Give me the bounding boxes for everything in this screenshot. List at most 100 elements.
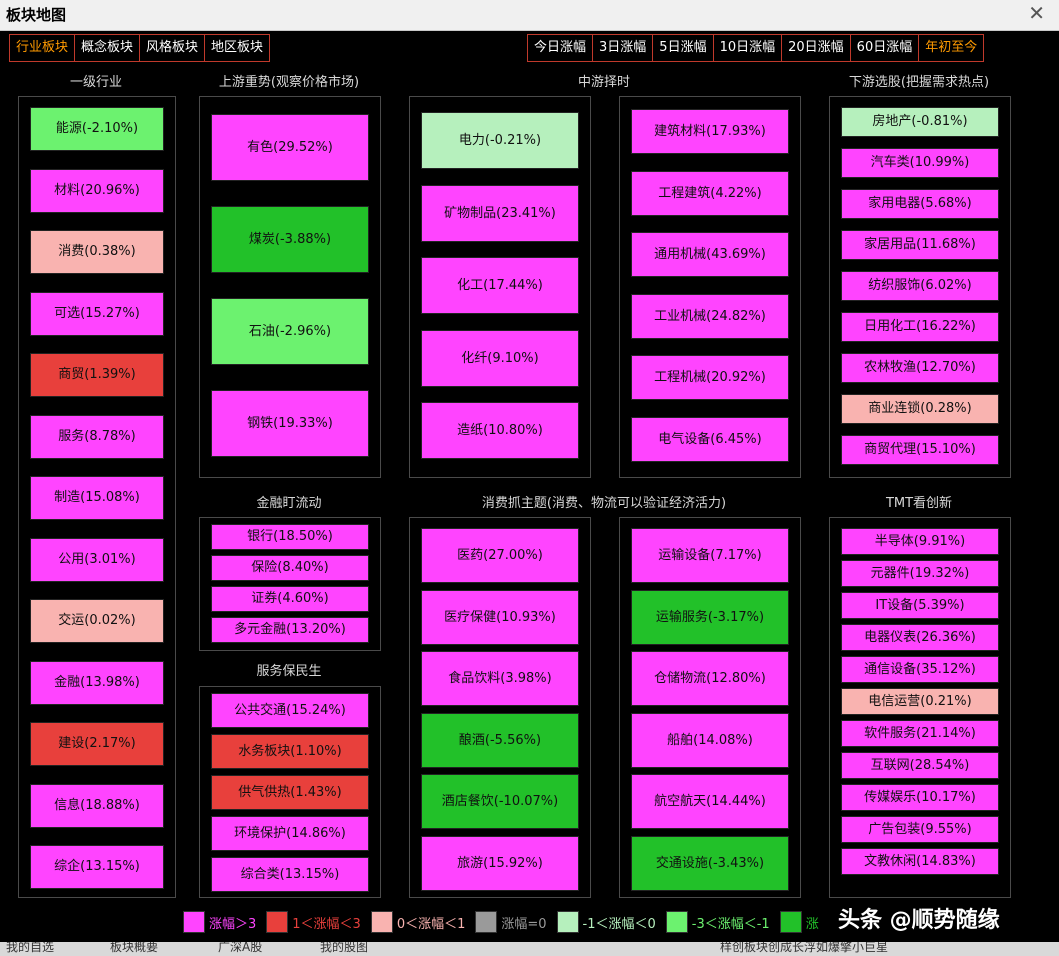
sector-tile[interactable]: 保险(8.40%)	[211, 555, 369, 581]
legend-label: -1＜涨幅＜0	[582, 916, 656, 932]
bottom-bar-item[interactable]: 我的股图	[320, 942, 368, 955]
tab-right_tabs-4[interactable]: 20日涨幅	[781, 34, 851, 62]
sector-tile[interactable]: 水务板块(1.10%)	[211, 734, 369, 769]
sector-tile[interactable]: 通信设备(35.12%)	[841, 656, 999, 683]
bottom-bar-item[interactable]: 我的自选	[6, 942, 54, 955]
sector-tile[interactable]: 工业机械(24.82%)	[631, 293, 789, 339]
sector-tile[interactable]: 广告包装(9.55%)	[841, 816, 999, 843]
sector-tile[interactable]: 钢铁(19.33%)	[211, 390, 369, 457]
legend-swatch	[779, 911, 802, 933]
sector-tile[interactable]: 公共交通(15.24%)	[211, 693, 369, 728]
sector-tile[interactable]: 环境保护(14.86%)	[211, 816, 369, 851]
sector-tile[interactable]: 旅游(15.92%)	[421, 835, 579, 891]
tab-left_tabs-1[interactable]: 概念板块	[74, 34, 141, 62]
tab-right_tabs-2[interactable]: 5日涨幅	[652, 34, 714, 62]
sector-tile[interactable]: 有色(29.52%)	[211, 114, 369, 181]
sector-tile[interactable]: 运输服务(-3.17%)	[631, 589, 789, 645]
sector-tile[interactable]: 日用化工(16.22%)	[841, 312, 999, 342]
sector-tile[interactable]: 医药(27.00%)	[421, 528, 579, 583]
sector-tile[interactable]: 纺织服饰(6.02%)	[841, 271, 999, 301]
sector-tile[interactable]: 综合类(13.15%)	[211, 857, 369, 892]
sector-tile[interactable]: 船舶(14.08%)	[631, 712, 789, 768]
panel-cons1: 医药(27.00%) 医疗保健(10.93%) 食品饮料(3.98%) 酿酒(-5.5…	[409, 517, 591, 898]
sector-tile[interactable]: 传媒娱乐(10.17%)	[841, 784, 999, 811]
sector-tile[interactable]: 商贸代理(15.10%)	[841, 435, 999, 465]
tab-right_tabs-0[interactable]: 今日涨幅	[527, 34, 594, 62]
sector-tile[interactable]: 金融(13.98%)	[30, 660, 164, 705]
sector-tile[interactable]: 制造(15.08%)	[30, 476, 164, 520]
period-tabs: 今日涨幅 3日涨幅 5日涨幅 10日涨幅 20日涨幅 60日涨幅 年初至今	[527, 34, 985, 62]
sector-tile[interactable]: 仓储物流(12.80%)	[631, 651, 789, 706]
tab-left_tabs-3[interactable]: 地区板块	[204, 34, 271, 62]
sector-tile[interactable]: 交通设施(-3.43%)	[631, 835, 789, 891]
sector-tile[interactable]: 交运(0.02%)	[30, 599, 164, 643]
sector-tile[interactable]: 食品饮料(3.98%)	[421, 651, 579, 706]
sector-tile[interactable]: 电力(-0.21%)	[421, 112, 579, 169]
legend-label: 涨幅＞3	[209, 916, 257, 932]
sector-tile[interactable]: 商贸(1.39%)	[30, 353, 164, 397]
legend-label: -3＜涨幅＜-1	[691, 916, 770, 932]
sector-tile[interactable]: 家用电器(5.68%)	[841, 189, 999, 219]
sector-tile[interactable]: 公用(3.01%)	[30, 537, 164, 582]
sector-tile[interactable]: 信息(18.88%)	[30, 783, 164, 828]
legend-swatch	[183, 911, 205, 933]
tab-right_tabs-5[interactable]: 60日涨幅	[849, 34, 920, 62]
sector-tile[interactable]: 供气供热(1.43%)	[211, 775, 369, 810]
sector-tile[interactable]: 文教休闲(14.83%)	[841, 848, 999, 875]
watermark: 头条 @顺势随缘	[838, 908, 1000, 933]
sector-tile[interactable]: 医疗保健(10.93%)	[421, 589, 579, 645]
sector-tile[interactable]: 电器仪表(26.36%)	[841, 624, 999, 651]
sector-tile[interactable]: 建设(2.17%)	[30, 722, 164, 766]
sector-tile[interactable]: 航空航天(14.44%)	[631, 774, 789, 829]
sector-tile[interactable]: 证券(4.60%)	[211, 586, 369, 612]
sector-tile[interactable]: 房地产(-0.81%)	[841, 107, 999, 137]
sector-tile[interactable]: 化工(17.44%)	[421, 257, 579, 314]
bottom-bar-item[interactable]: 广深A股	[218, 942, 262, 955]
bottom-bar-item[interactable]: 板块概要	[110, 942, 158, 955]
tab-right_tabs-6[interactable]: 年初至今	[918, 34, 985, 62]
sector-tile[interactable]: 造纸(10.80%)	[421, 402, 579, 459]
bottom-bar-item[interactable]: 样创板块创成长浮如爆擎小巨星	[720, 942, 888, 955]
legend-label: 0＜涨幅＜1	[396, 916, 466, 932]
sector-tile[interactable]: 消费(0.38%)	[30, 230, 164, 274]
sector-tile[interactable]: 可选(15.27%)	[30, 291, 164, 336]
sector-tile[interactable]: 银行(18.50%)	[211, 524, 369, 550]
sector-tile[interactable]: 煤炭(-3.88%)	[211, 206, 369, 273]
sector-tile[interactable]: 汽车类(10.99%)	[841, 148, 999, 178]
sector-tile[interactable]: 酿酒(-5.56%)	[421, 712, 579, 768]
sector-tile[interactable]: 多元金融(13.20%)	[211, 617, 369, 643]
legend-label: 涨	[805, 916, 819, 932]
close-icon[interactable]: ✕	[1028, 1, 1045, 25]
window-title: 板块地图	[6, 6, 67, 24]
sector-tile[interactable]: 通用机械(43.69%)	[631, 232, 789, 277]
sector-tile[interactable]: 元器件(19.32%)	[841, 560, 999, 587]
sector-tile[interactable]: 酒店餐饮(-10.07%)	[421, 774, 579, 829]
sector-tile[interactable]: 化纤(9.10%)	[421, 329, 579, 387]
sector-tile[interactable]: 商业连锁(0.28%)	[841, 394, 999, 424]
sector-tile[interactable]: 工程机械(20.92%)	[631, 355, 789, 400]
sector-tile[interactable]: 电信运营(0.21%)	[841, 688, 999, 715]
tab-left_tabs-0[interactable]: 行业板块	[9, 34, 76, 62]
sector-tile[interactable]: 半导体(9.91%)	[841, 528, 999, 555]
sector-tile[interactable]: 能源(-2.10%)	[30, 107, 164, 151]
sector-tile[interactable]: 石油(-2.96%)	[211, 298, 369, 365]
sector-tile[interactable]: 软件服务(21.14%)	[841, 720, 999, 747]
legend-swatch	[665, 911, 688, 933]
sector-tile[interactable]: 家居用品(11.68%)	[841, 230, 999, 260]
sector-tile[interactable]: 矿物制品(23.41%)	[421, 184, 579, 242]
tab-right_tabs-3[interactable]: 10日涨幅	[712, 34, 783, 62]
sector-tile[interactable]: 综企(13.15%)	[30, 845, 164, 889]
sector-tile[interactable]: 电气设备(6.45%)	[631, 416, 789, 462]
sector-tile[interactable]: 运输设备(7.17%)	[631, 528, 789, 583]
legend-item: -3＜涨幅＜-1	[665, 911, 770, 933]
tab-right_tabs-1[interactable]: 3日涨幅	[592, 34, 654, 62]
tab-left_tabs-2[interactable]: 风格板块	[139, 34, 206, 62]
sector-tile[interactable]: 互联网(28.54%)	[841, 752, 999, 779]
sector-tile[interactable]: 工程建筑(4.22%)	[631, 170, 789, 216]
sector-tile[interactable]: 建筑材料(17.93%)	[631, 109, 789, 154]
section-title-level1: 一级行业	[69, 75, 122, 90]
sector-tile[interactable]: 农林牧渔(12.70%)	[841, 353, 999, 383]
sector-tile[interactable]: 材料(20.96%)	[30, 168, 164, 213]
sector-tile[interactable]: IT设备(5.39%)	[841, 592, 999, 619]
sector-tile[interactable]: 服务(8.78%)	[30, 414, 164, 459]
